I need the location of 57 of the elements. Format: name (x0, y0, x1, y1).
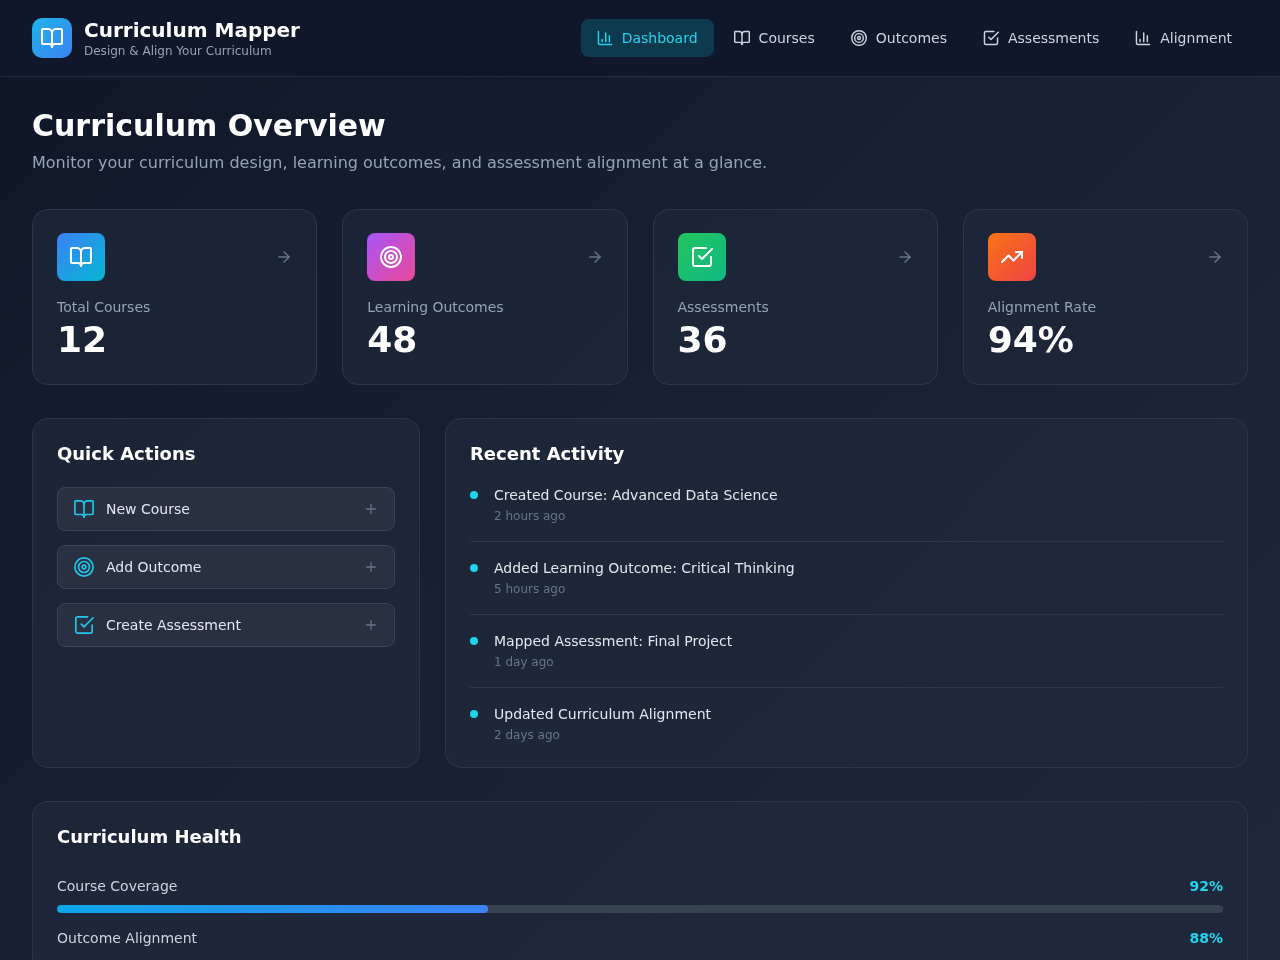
metric-label: Course Coverage (57, 878, 178, 895)
plus-icon (364, 502, 378, 516)
stat-label: Total Courses (57, 299, 152, 316)
stat-label: Assessments (677, 299, 770, 316)
checkbox-icon (677, 233, 726, 281)
action-button[interactable]: Add Outcome (57, 545, 395, 589)
book-icon (57, 233, 105, 281)
target-icon (74, 557, 94, 577)
book-icon (32, 18, 72, 58)
activity-time: 1 day ago (494, 655, 555, 670)
target-icon (850, 30, 867, 46)
metric-value: 88% (1189, 930, 1223, 947)
arrow-right-icon (896, 249, 913, 265)
app-title: Curriculum Mapper (84, 17, 300, 42)
stat-label: Learning Outcomes (367, 299, 505, 316)
nav-button[interactable]: Alignment (1119, 19, 1248, 57)
activity-time: 2 hours ago (494, 509, 567, 524)
stat-value: 94% (987, 319, 1075, 361)
section-title: Recent Activity (470, 442, 626, 466)
activity-title: Mapped Assessment: Final Project (494, 633, 733, 650)
checkbox-icon (983, 30, 999, 46)
activity-time: 2 days ago (494, 728, 561, 743)
activity-time: 5 hours ago (494, 582, 567, 597)
section-title: Quick Actions (57, 442, 197, 466)
activity-title: Updated Curriculum Alignment (494, 706, 711, 723)
nav-button[interactable]: Dashboard (580, 19, 714, 57)
bar-chart-icon (1135, 30, 1152, 46)
nav-button[interactable]: Assessments (967, 19, 1116, 57)
metric-label: Outcome Alignment (57, 930, 198, 947)
metric-value: 92% (1189, 878, 1223, 895)
app-subtitle: Design & Align Your Curriculum (84, 43, 273, 59)
book-icon (74, 499, 94, 519)
activity-title: Added Learning Outcome: Critical Thinking (494, 560, 795, 577)
target-icon (367, 233, 416, 281)
stat-label: Alignment Rate (987, 299, 1098, 316)
dot-icon (470, 491, 478, 499)
plus-icon (364, 618, 378, 632)
dot-icon (470, 710, 478, 718)
checkbox-icon (74, 615, 94, 635)
bar-chart-icon (596, 30, 613, 46)
stat-value: 36 (677, 319, 729, 361)
nav-button[interactable]: Outcomes (834, 19, 963, 57)
dot-icon (470, 637, 478, 645)
dot-icon (470, 564, 478, 572)
book-icon (733, 30, 750, 46)
activity-title: Created Course: Advanced Data Science (494, 487, 778, 504)
plus-icon (364, 560, 378, 574)
stat-value: 12 (57, 319, 109, 361)
action-button[interactable]: New Course (57, 487, 395, 531)
page-subtitle: Monitor your curriculum design, learning outcomes, and assessment alignment at a glance. (32, 153, 769, 172)
trend-up-icon (987, 233, 1036, 281)
nav-button[interactable]: Courses (717, 19, 831, 57)
action-button[interactable]: Create Assessment (57, 603, 395, 647)
section-title: Curriculum Health (57, 825, 243, 849)
stat-value: 48 (367, 319, 419, 361)
arrow-right-icon (586, 249, 603, 265)
page-title: Curriculum Overview (32, 107, 387, 145)
